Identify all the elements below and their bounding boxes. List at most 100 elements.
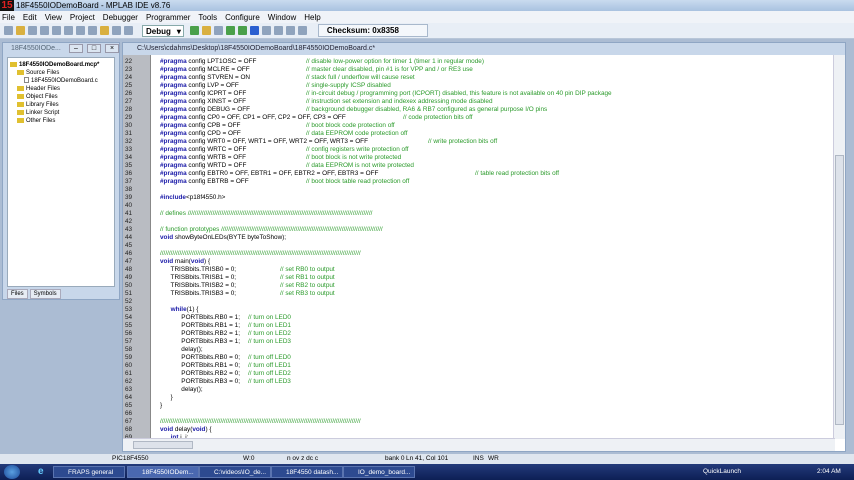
paste-icon[interactable] <box>64 26 73 35</box>
code-comment: // table read protection bits off <box>475 170 560 177</box>
menu-window[interactable]: Window <box>268 13 296 22</box>
menu-view[interactable]: View <box>45 13 62 22</box>
line-number: 65 <box>125 402 133 409</box>
menu-help[interactable]: Help <box>304 13 320 22</box>
task-datasheet[interactable]: 18F4550 datash... <box>271 466 343 478</box>
code-text: config MCLRE = OFF <box>186 66 250 73</box>
settings-icon[interactable] <box>261 26 271 35</box>
close-button[interactable]: × <box>105 44 119 53</box>
build-all-icon[interactable] <box>237 26 247 35</box>
make-icon[interactable] <box>225 26 235 35</box>
line-number: 40 <box>125 202 133 209</box>
code-comment: // background debugger disabled, RA6 & R… <box>306 106 548 113</box>
bookmark-icon[interactable] <box>112 26 121 35</box>
status-mode: INS <box>473 455 484 462</box>
find-icon[interactable] <box>88 26 97 35</box>
code-line: 57 PORTBbits.RB3 = 1; // turn on LED3 <box>123 338 823 346</box>
line-number: 42 <box>125 218 133 225</box>
editor-file-path: C:\Users\cdahms\Desktop\18F4550IODemoBoa… <box>123 43 845 55</box>
task-explorer[interactable]: C:\videos\IO_de... <box>199 466 271 478</box>
copy-icon[interactable] <box>52 26 61 35</box>
status-position: Ln 41, Col 101 <box>406 455 449 462</box>
build-config-select[interactable]: Debug <box>142 24 184 37</box>
folder-icon <box>10 61 17 67</box>
menu-configure[interactable]: Configure <box>225 13 260 22</box>
code-comment: // stack full / underflow will cause res… <box>306 74 415 81</box>
help-icon[interactable] <box>124 26 133 35</box>
code-text: showByteOnLEDs(BYTE byteToShow); <box>173 234 287 241</box>
code-comment: // set RB1 to output <box>280 274 335 281</box>
code-line: 52 <box>123 298 823 306</box>
tree-item[interactable]: Object Files <box>10 93 112 101</box>
tree-item[interactable]: 18F4550IODemoBoard.c <box>10 77 112 85</box>
keyword: void <box>190 258 205 265</box>
code-text: TRISBbits.TRISB2 = 0; <box>160 282 237 289</box>
menu-project[interactable]: Project <box>70 13 95 22</box>
line-number: 32 <box>125 138 133 145</box>
open-icon[interactable] <box>16 26 25 35</box>
code-line: 58 delay(); <box>123 346 823 354</box>
find-in-files-icon[interactable] <box>100 26 109 35</box>
code-comment: // turn off LED3 <box>248 378 291 385</box>
tree-item[interactable]: Other Files <box>10 117 112 125</box>
save-project-icon[interactable] <box>213 26 223 35</box>
task-image[interactable]: IO_demo_board... <box>343 466 415 478</box>
tree-item[interactable]: Header Files <box>10 85 112 93</box>
scroll-thumb[interactable] <box>133 441 193 449</box>
line-number: 46 <box>125 250 133 257</box>
open-project-icon[interactable] <box>201 26 211 35</box>
line-number: 37 <box>125 178 133 185</box>
code-comment: // set RB3 to output <box>280 290 335 297</box>
scroll-thumb[interactable] <box>835 155 844 425</box>
menu-edit[interactable]: Edit <box>23 13 37 22</box>
code-line: 32 #pragma config WRT0 = OFF, WRT1 = OFF,… <box>123 138 823 146</box>
tree-item[interactable]: Linker Script <box>10 109 112 117</box>
keyword: void <box>160 258 174 265</box>
menu-debugger[interactable]: Debugger <box>103 13 138 22</box>
window-icon[interactable] <box>273 26 283 35</box>
save-icon[interactable] <box>28 26 37 35</box>
tree-item[interactable]: Source Files <box>10 69 112 77</box>
vertical-scrollbar[interactable] <box>833 55 845 439</box>
code-line: 39 #include<p18f4550.h> <box>123 194 823 202</box>
print-icon[interactable] <box>76 26 85 35</box>
tab-symbols[interactable]: Symbols <box>29 289 61 299</box>
tree-item[interactable]: Library Files <box>10 101 112 109</box>
code-line: 43 // function prototypes ///////////////… <box>123 226 823 234</box>
code-area[interactable]: 22 #pragma config LPT1OSC = OFF // disable… <box>123 58 831 438</box>
new-file-icon[interactable] <box>4 26 13 35</box>
menu-programmer[interactable]: Programmer <box>146 13 190 22</box>
memory-icon[interactable] <box>285 26 295 35</box>
tree-item[interactable]: 18F4550IODemoBoard.mcp* <box>10 61 112 69</box>
code-line: 47 void main(void) { <box>123 258 823 266</box>
code-text: TRISBbits.TRISB3 = 0; <box>160 290 237 297</box>
menu-file[interactable]: File <box>2 13 15 22</box>
tab-files[interactable]: Files <box>7 289 28 299</box>
code-text: config WRTC = OFF <box>186 146 247 153</box>
code-comment: // boot block table read protection off <box>306 178 410 185</box>
code-line: 36 #pragma config EBTR0 = OFF, EBTR1 = OF… <box>123 170 823 178</box>
menu-tools[interactable]: Tools <box>198 13 217 22</box>
task-mplab[interactable]: 18F4550IODem... <box>127 466 199 478</box>
minimize-button[interactable]: – <box>69 44 83 53</box>
start-button[interactable] <box>4 465 20 479</box>
project-window-title: 18F4550IODe... <box>11 45 61 52</box>
code-text: PORTBbits.RB1 = 1; <box>160 322 240 329</box>
cut-icon[interactable] <box>40 26 49 35</box>
keyword: #pragma <box>160 122 187 129</box>
internet-explorer-icon[interactable]: e <box>38 466 44 477</box>
code-comment: // turn off LED1 <box>248 362 291 369</box>
line-number: 66 <box>125 410 133 417</box>
folder-icon <box>17 101 24 107</box>
info-icon[interactable] <box>249 26 259 35</box>
horizontal-scrollbar[interactable] <box>123 438 835 451</box>
code-text: } <box>160 402 163 409</box>
maximize-button[interactable]: □ <box>87 44 101 53</box>
line-number: 49 <box>125 274 133 281</box>
line-number: 25 <box>125 82 133 89</box>
new-project-icon[interactable] <box>189 26 199 35</box>
code-text: PORTBbits.RB1 = 0; <box>160 362 240 369</box>
quicklaunch-label[interactable]: QuickLaunch <box>703 468 741 475</box>
watch-icon[interactable] <box>297 26 307 35</box>
task-fraps[interactable]: FRAPS general <box>53 466 125 478</box>
